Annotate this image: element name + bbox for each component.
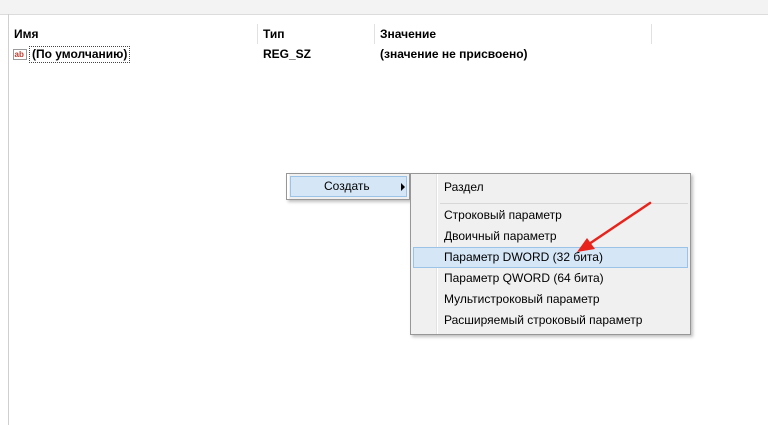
menu-separator: [440, 203, 688, 204]
table-row[interactable]: ab (По умолчанию) REG_SZ (значение не пр…: [9, 45, 768, 63]
column-header-name[interactable]: Имя: [9, 24, 257, 44]
list-header: Имя Тип Значение: [9, 24, 768, 44]
pane-divider[interactable]: [8, 14, 9, 425]
value-data-cell: (значение не присвоено): [380, 47, 528, 61]
menu-item-label: Расширяемый строковый параметр: [444, 313, 643, 327]
value-type-cell: REG_SZ: [263, 47, 312, 61]
menu-item-key[interactable]: Раздел: [413, 177, 688, 198]
menu-item-qword-value[interactable]: Параметр QWORD (64 бита): [413, 268, 688, 289]
window-top-strip: [0, 0, 768, 15]
menu-item-create[interactable]: Создать: [290, 176, 407, 197]
column-divider[interactable]: [651, 24, 652, 44]
menu-gutter: [287, 174, 289, 199]
menu-item-label: Раздел: [444, 180, 484, 194]
menu-item-binary-value[interactable]: Двоичный параметр: [413, 226, 688, 247]
menu-item-label: Строковый параметр: [444, 208, 562, 222]
menu-item-label: Мультистроковый параметр: [444, 292, 600, 306]
menu-item-expandable-string-value[interactable]: Расширяемый строковый параметр: [413, 310, 688, 331]
create-submenu: Раздел Строковый параметр Двоичный парам…: [410, 173, 691, 335]
context-menu: Создать: [286, 173, 410, 200]
string-value-icon: ab: [13, 47, 27, 61]
menu-item-string-value[interactable]: Строковый параметр: [413, 205, 688, 226]
submenu-arrow-icon: [401, 183, 405, 191]
column-header-value[interactable]: Значение: [375, 24, 651, 44]
menu-item-label: Создать: [324, 179, 370, 193]
menu-item-label: Параметр DWORD (32 бита): [444, 250, 603, 264]
column-header-type[interactable]: Тип: [258, 24, 374, 44]
svg-text:ab: ab: [15, 50, 24, 59]
menu-item-dword-value[interactable]: Параметр DWORD (32 бита): [413, 247, 688, 268]
menu-item-label: Двоичный параметр: [444, 229, 557, 243]
value-name-cell[interactable]: (По умолчанию): [29, 46, 131, 63]
menu-item-label: Параметр QWORD (64 бита): [444, 271, 604, 285]
menu-item-multi-string-value[interactable]: Мультистроковый параметр: [413, 289, 688, 310]
